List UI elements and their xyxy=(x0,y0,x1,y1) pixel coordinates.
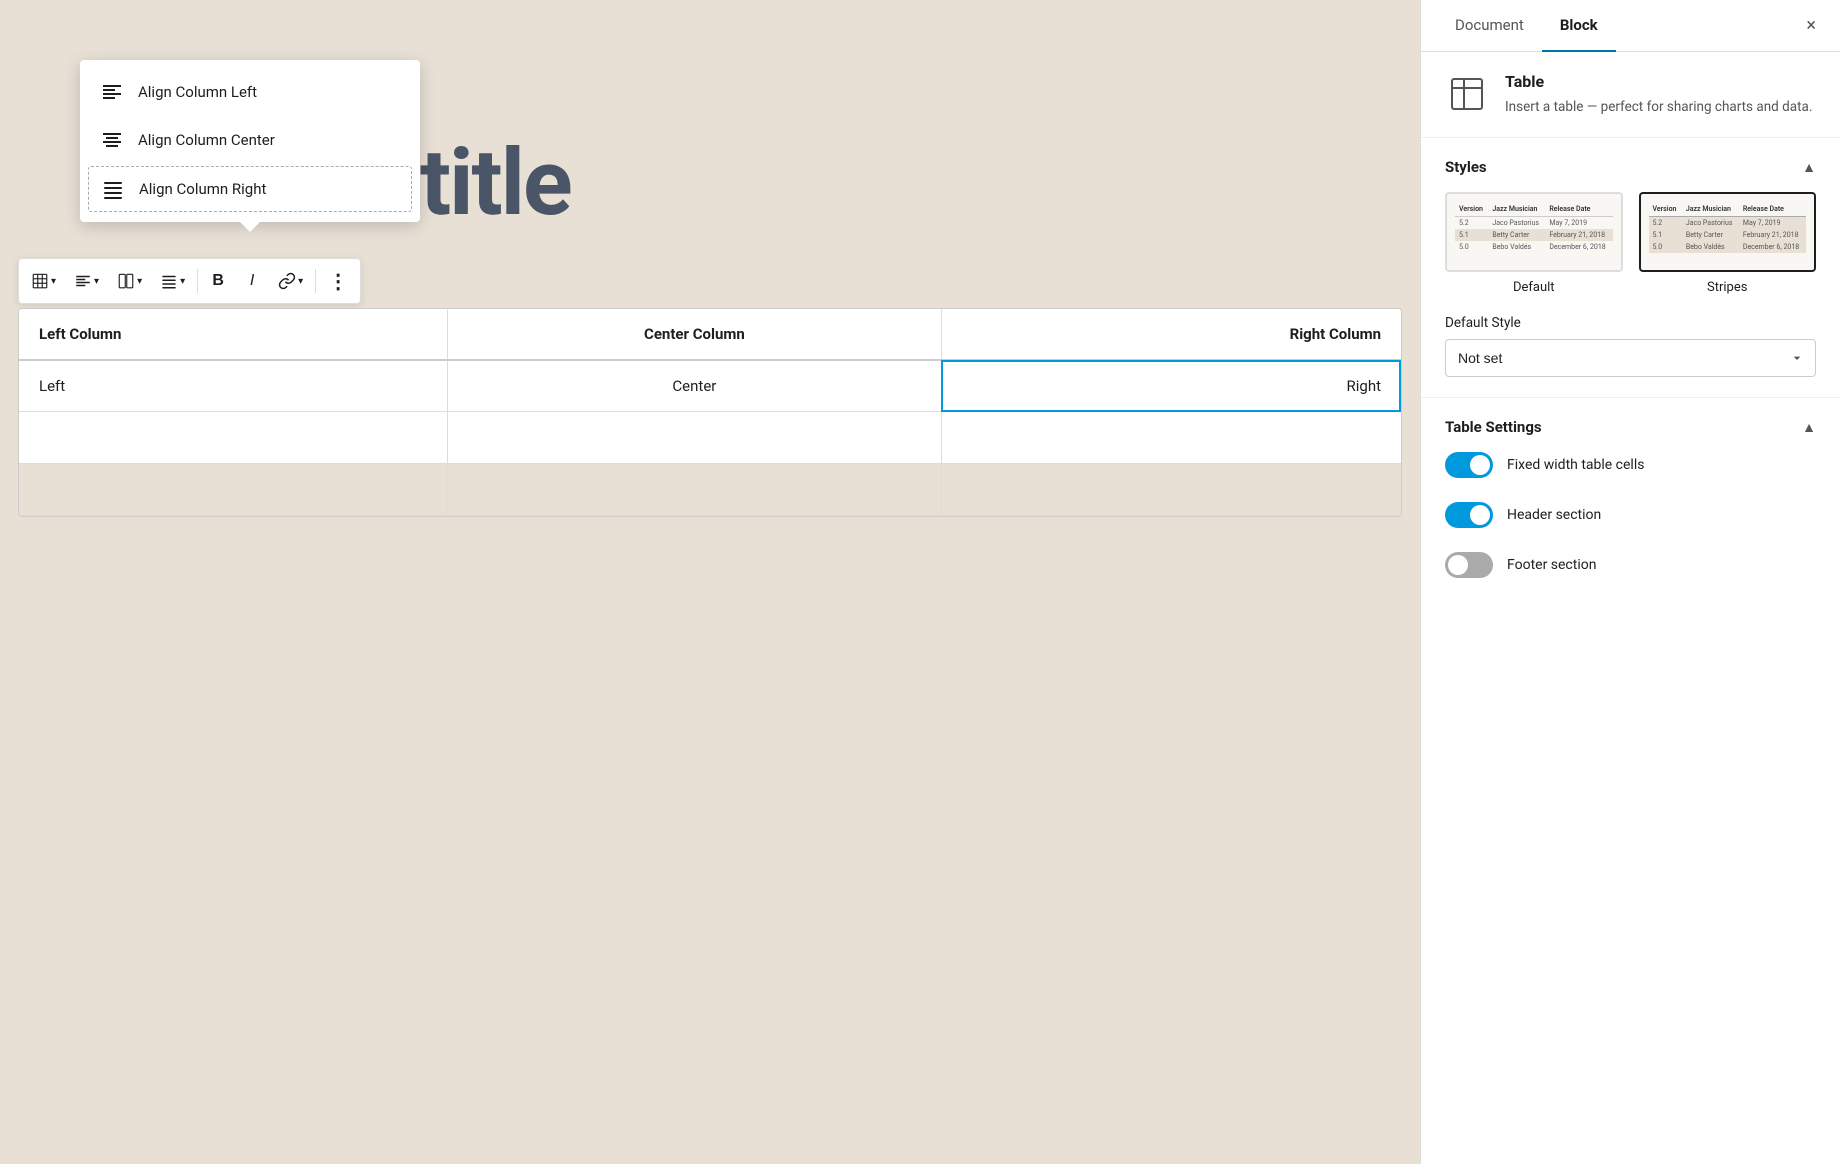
table-container: Left Column Center Column Right Column L… xyxy=(18,308,1402,517)
col-center-header[interactable]: Center Column xyxy=(447,309,941,360)
table-block-icon xyxy=(1445,72,1489,116)
style-option-default[interactable]: VersionJazz MusicianRelease Date 5.2Jaco… xyxy=(1445,192,1623,295)
table-settings-section: Table Settings ▲ Fixed width table cells… xyxy=(1421,398,1840,622)
sidebar: Document Block × Table Insert a table — … xyxy=(1420,0,1840,1164)
footer-section-label: Footer section xyxy=(1507,557,1596,573)
table-settings-header: Table Settings ▲ xyxy=(1445,418,1816,436)
footer-section-toggle-thumb xyxy=(1448,555,1468,575)
col-right-header[interactable]: Right Column xyxy=(941,309,1401,360)
align-column-center-label: Align Column Center xyxy=(138,131,275,149)
italic-button[interactable]: I xyxy=(236,263,268,299)
col-left-header[interactable]: Left Column xyxy=(19,309,447,360)
cell-empty-1-1[interactable] xyxy=(19,412,447,464)
align-column-center-item[interactable]: Align Column Center xyxy=(80,116,420,164)
table-settings-collapse-button[interactable]: ▲ xyxy=(1802,419,1816,436)
insert-column-button[interactable]: ▾ xyxy=(109,263,150,299)
table-row-empty-1 xyxy=(19,412,1401,464)
default-style-select[interactable]: Not set Default Stripes xyxy=(1445,339,1816,377)
cell-right[interactable]: Right xyxy=(941,360,1401,412)
data-table: Left Column Center Column Right Column L… xyxy=(19,309,1401,516)
column-align-dropdown: Align Column Left Align Column Center xyxy=(80,60,420,222)
style-label-stripes: Stripes xyxy=(1639,280,1817,295)
cell-left[interactable]: Left xyxy=(19,360,447,412)
header-section-toggle-row: Header section xyxy=(1445,502,1816,528)
style-preview-default: VersionJazz MusicianRelease Date 5.2Jaco… xyxy=(1445,192,1623,272)
cell-empty-1-2[interactable] xyxy=(447,412,941,464)
tab-document[interactable]: Document xyxy=(1437,0,1542,52)
align-left-chevron: ▾ xyxy=(94,276,99,287)
footer-section-toggle-row: Footer section xyxy=(1445,552,1816,578)
style-label-default: Default xyxy=(1445,280,1623,295)
toolbar-separator-2 xyxy=(315,269,316,293)
align-column-right-item[interactable]: Align Column Right xyxy=(88,166,412,212)
table-header-row: Left Column Center Column Right Column xyxy=(19,309,1401,360)
cell-footer-2[interactable] xyxy=(447,464,941,516)
block-text: Table Insert a table — perfect for shari… xyxy=(1505,72,1812,117)
header-section-toggle[interactable] xyxy=(1445,502,1493,528)
style-option-stripes[interactable]: VersionJazz MusicianRelease Date 5.2Jaco… xyxy=(1639,192,1817,295)
bold-button[interactable]: B xyxy=(202,263,234,299)
link-chevron: ▾ xyxy=(298,276,303,287)
block-info-section: Table Insert a table — perfect for shari… xyxy=(1421,52,1840,138)
block-toolbar: ▾ ▾ ▾ xyxy=(18,258,361,304)
more-options-button[interactable]: ⋮ xyxy=(320,263,356,299)
fixed-width-label: Fixed width table cells xyxy=(1507,457,1644,473)
styles-section: Styles ▲ VersionJazz MusicianRelease Dat… xyxy=(1421,138,1840,398)
style-options: VersionJazz MusicianRelease Date 5.2Jaco… xyxy=(1445,192,1816,295)
tab-block[interactable]: Block xyxy=(1542,0,1616,52)
align-center-menu-icon xyxy=(100,128,124,152)
align-column-right-label: Align Column Right xyxy=(139,180,266,198)
block-description: Insert a table — perfect for sharing cha… xyxy=(1505,97,1812,117)
align-column-button[interactable]: ▾ xyxy=(152,263,193,299)
align-column-left-item[interactable]: Align Column Left xyxy=(80,68,420,116)
fixed-width-toggle-thumb xyxy=(1470,455,1490,475)
table-settings-title: Table Settings xyxy=(1445,418,1542,436)
block-info: Table Insert a table — perfect for shari… xyxy=(1445,72,1816,117)
styles-collapse-button[interactable]: ▲ xyxy=(1802,159,1816,176)
footer-section-toggle[interactable] xyxy=(1445,552,1493,578)
insert-col-chevron: ▾ xyxy=(137,276,142,287)
cell-footer-1[interactable] xyxy=(19,464,447,516)
align-left-button[interactable]: ▾ xyxy=(66,263,107,299)
styles-header: Styles ▲ xyxy=(1445,158,1816,176)
toolbar-separator-1 xyxy=(197,269,198,293)
align-column-left-label: Align Column Left xyxy=(138,83,257,101)
styles-title: Styles xyxy=(1445,158,1487,176)
header-section-toggle-thumb xyxy=(1470,505,1490,525)
align-left-menu-icon xyxy=(100,80,124,104)
cell-center[interactable]: Center xyxy=(447,360,941,412)
align-col-chevron: ▾ xyxy=(180,276,185,287)
fixed-width-toggle[interactable] xyxy=(1445,452,1493,478)
table-chevron: ▾ xyxy=(51,276,56,287)
close-button[interactable]: × xyxy=(1798,9,1824,43)
cell-footer-3[interactable] xyxy=(941,464,1401,516)
cell-empty-1-3[interactable] xyxy=(941,412,1401,464)
block-name: Table xyxy=(1505,72,1812,91)
editor-area: Align Column Left Align Column Center xyxy=(0,0,1420,1164)
sidebar-tabs: Document Block × xyxy=(1421,0,1840,52)
header-section-label: Header section xyxy=(1507,507,1601,523)
table-footer-row xyxy=(19,464,1401,516)
default-style-row: Default Style Not set Default Stripes xyxy=(1445,315,1816,377)
link-button[interactable]: ▾ xyxy=(270,263,311,299)
fixed-width-toggle-row: Fixed width table cells xyxy=(1445,452,1816,478)
table-row: Left Center Right xyxy=(19,360,1401,412)
align-right-menu-icon xyxy=(101,177,125,201)
style-preview-stripes: VersionJazz MusicianRelease Date 5.2Jaco… xyxy=(1639,192,1817,272)
default-style-label: Default Style xyxy=(1445,315,1816,331)
table-icon-button[interactable]: ▾ xyxy=(23,263,64,299)
page-title: title xyxy=(420,130,571,237)
